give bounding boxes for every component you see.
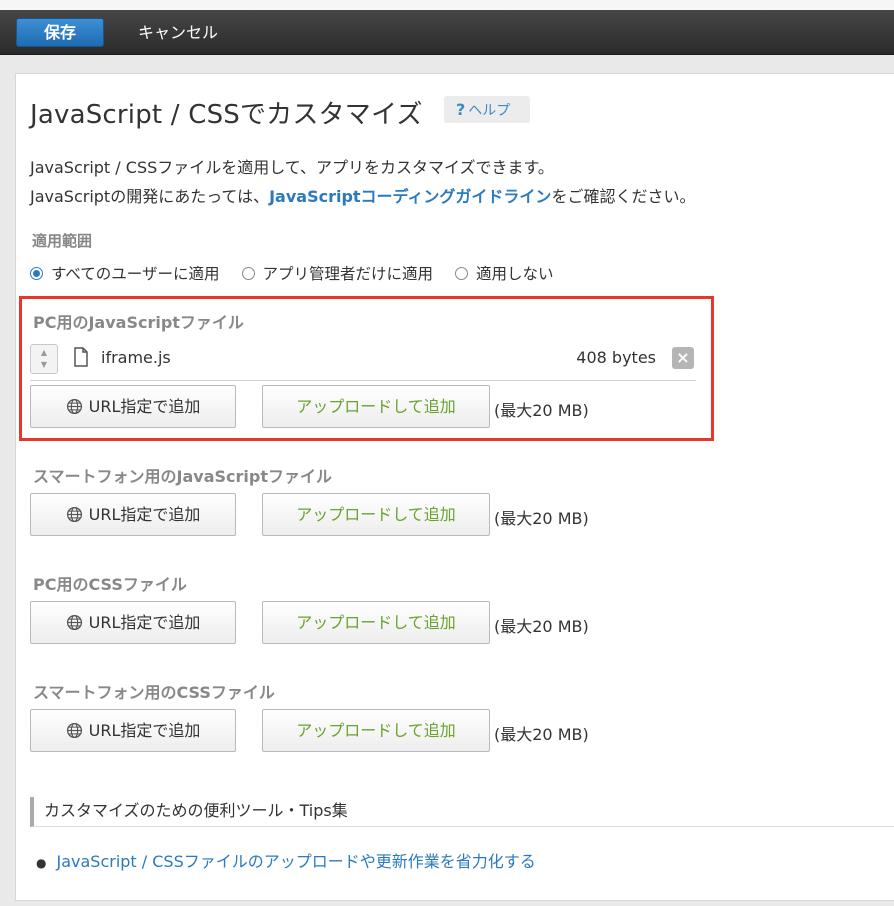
scope-label: 適用範囲 bbox=[32, 232, 93, 250]
radio-selected-icon[interactable] bbox=[30, 266, 43, 280]
mobile-css-group-title: スマートフォン用のCSSファイル bbox=[33, 683, 275, 702]
tips-heading: カスタマイズのための便利ツール・Tips集 bbox=[30, 797, 894, 827]
save-button[interactable]: 保存 bbox=[16, 18, 104, 47]
upload-button[interactable]: アップロードして追加 bbox=[262, 601, 490, 644]
bullet-icon: ● bbox=[36, 856, 47, 870]
question-icon: ? bbox=[456, 100, 466, 119]
add-by-url-label: URL指定で追加 bbox=[88, 721, 201, 740]
globe-icon bbox=[66, 398, 82, 415]
description-prefix: JavaScriptの開発にあたっては、 bbox=[30, 187, 270, 206]
cancel-button[interactable]: キャンセル bbox=[138, 18, 218, 47]
radio-all-users[interactable]: すべてのユーザーに適用 bbox=[30, 262, 220, 284]
globe-icon bbox=[66, 614, 82, 631]
file-row: ▲ ▼ iframe.js 408 bytes × bbox=[30, 343, 696, 381]
file-size: 408 bytes bbox=[576, 348, 656, 367]
guideline-link[interactable]: JavaScriptコーディングガイドライン bbox=[269, 187, 551, 206]
scope-radio-group: すべてのユーザーに適用 アプリ管理者だけに適用 適用しない bbox=[30, 262, 576, 284]
globe-icon bbox=[66, 506, 82, 523]
tips-link[interactable]: JavaScript / CSSファイルのアップロードや更新作業を省力化する bbox=[56, 852, 535, 871]
pc-css-group-title: PC用のCSSファイル bbox=[33, 575, 187, 594]
add-by-url-button[interactable]: URL指定で追加 bbox=[30, 493, 236, 536]
radio-none[interactable]: 適用しない bbox=[455, 262, 554, 284]
radio-unselected-icon[interactable] bbox=[241, 266, 255, 280]
upload-button[interactable]: アップロードして追加 bbox=[262, 385, 490, 428]
radio-label: すべてのユーザーに適用 bbox=[51, 265, 220, 283]
add-by-url-label: URL指定で追加 bbox=[88, 613, 201, 632]
reorder-handle[interactable]: ▲ ▼ bbox=[30, 344, 58, 374]
mobile-js-group-title: スマートフォン用のJavaScriptファイル bbox=[33, 467, 332, 486]
add-by-url-button[interactable]: URL指定で追加 bbox=[30, 385, 236, 428]
max-size-note: (最大20 MB) bbox=[494, 617, 589, 636]
globe-icon bbox=[66, 722, 82, 739]
tips-list-item: ● JavaScript / CSSファイルのアップロードや更新作業を省力化する bbox=[36, 848, 536, 872]
max-size-note: (最大20 MB) bbox=[494, 509, 589, 528]
file-icon bbox=[74, 347, 88, 371]
radio-admins-only[interactable]: アプリ管理者だけに適用 bbox=[241, 262, 434, 284]
add-by-url-button[interactable]: URL指定で追加 bbox=[30, 709, 236, 752]
page-title: JavaScript / CSSでカスタマイズ bbox=[30, 100, 423, 130]
radio-unselected-icon[interactable] bbox=[455, 266, 469, 280]
description-line-1: JavaScript / CSSファイルを適用して、アプリをカスタマイズできます… bbox=[30, 158, 554, 177]
description-suffix: をご確認ください。 bbox=[551, 187, 696, 206]
add-by-url-button[interactable]: URL指定で追加 bbox=[30, 601, 236, 644]
description-line-2: JavaScriptの開発にあたっては、JavaScriptコーディングガイドラ… bbox=[30, 183, 695, 207]
pc-js-group-title: PC用のJavaScriptファイル bbox=[33, 313, 244, 332]
add-by-url-label: URL指定で追加 bbox=[88, 505, 201, 524]
max-size-note: (最大20 MB) bbox=[494, 725, 589, 744]
toolbar: 保存 キャンセル bbox=[0, 10, 894, 55]
max-size-note: (最大20 MB) bbox=[494, 401, 589, 420]
radio-label: アプリ管理者だけに適用 bbox=[262, 265, 434, 283]
upload-button[interactable]: アップロードして追加 bbox=[262, 709, 490, 752]
top-strip bbox=[0, 0, 894, 10]
help-label: ヘルプ bbox=[468, 103, 511, 119]
radio-label: 適用しない bbox=[476, 265, 554, 283]
help-button[interactable]: ? ヘルプ bbox=[444, 96, 530, 123]
upload-button[interactable]: アップロードして追加 bbox=[262, 493, 490, 536]
add-by-url-label: URL指定で追加 bbox=[88, 397, 201, 416]
file-name: iframe.js bbox=[101, 348, 171, 367]
delete-file-icon[interactable]: × bbox=[672, 347, 694, 369]
